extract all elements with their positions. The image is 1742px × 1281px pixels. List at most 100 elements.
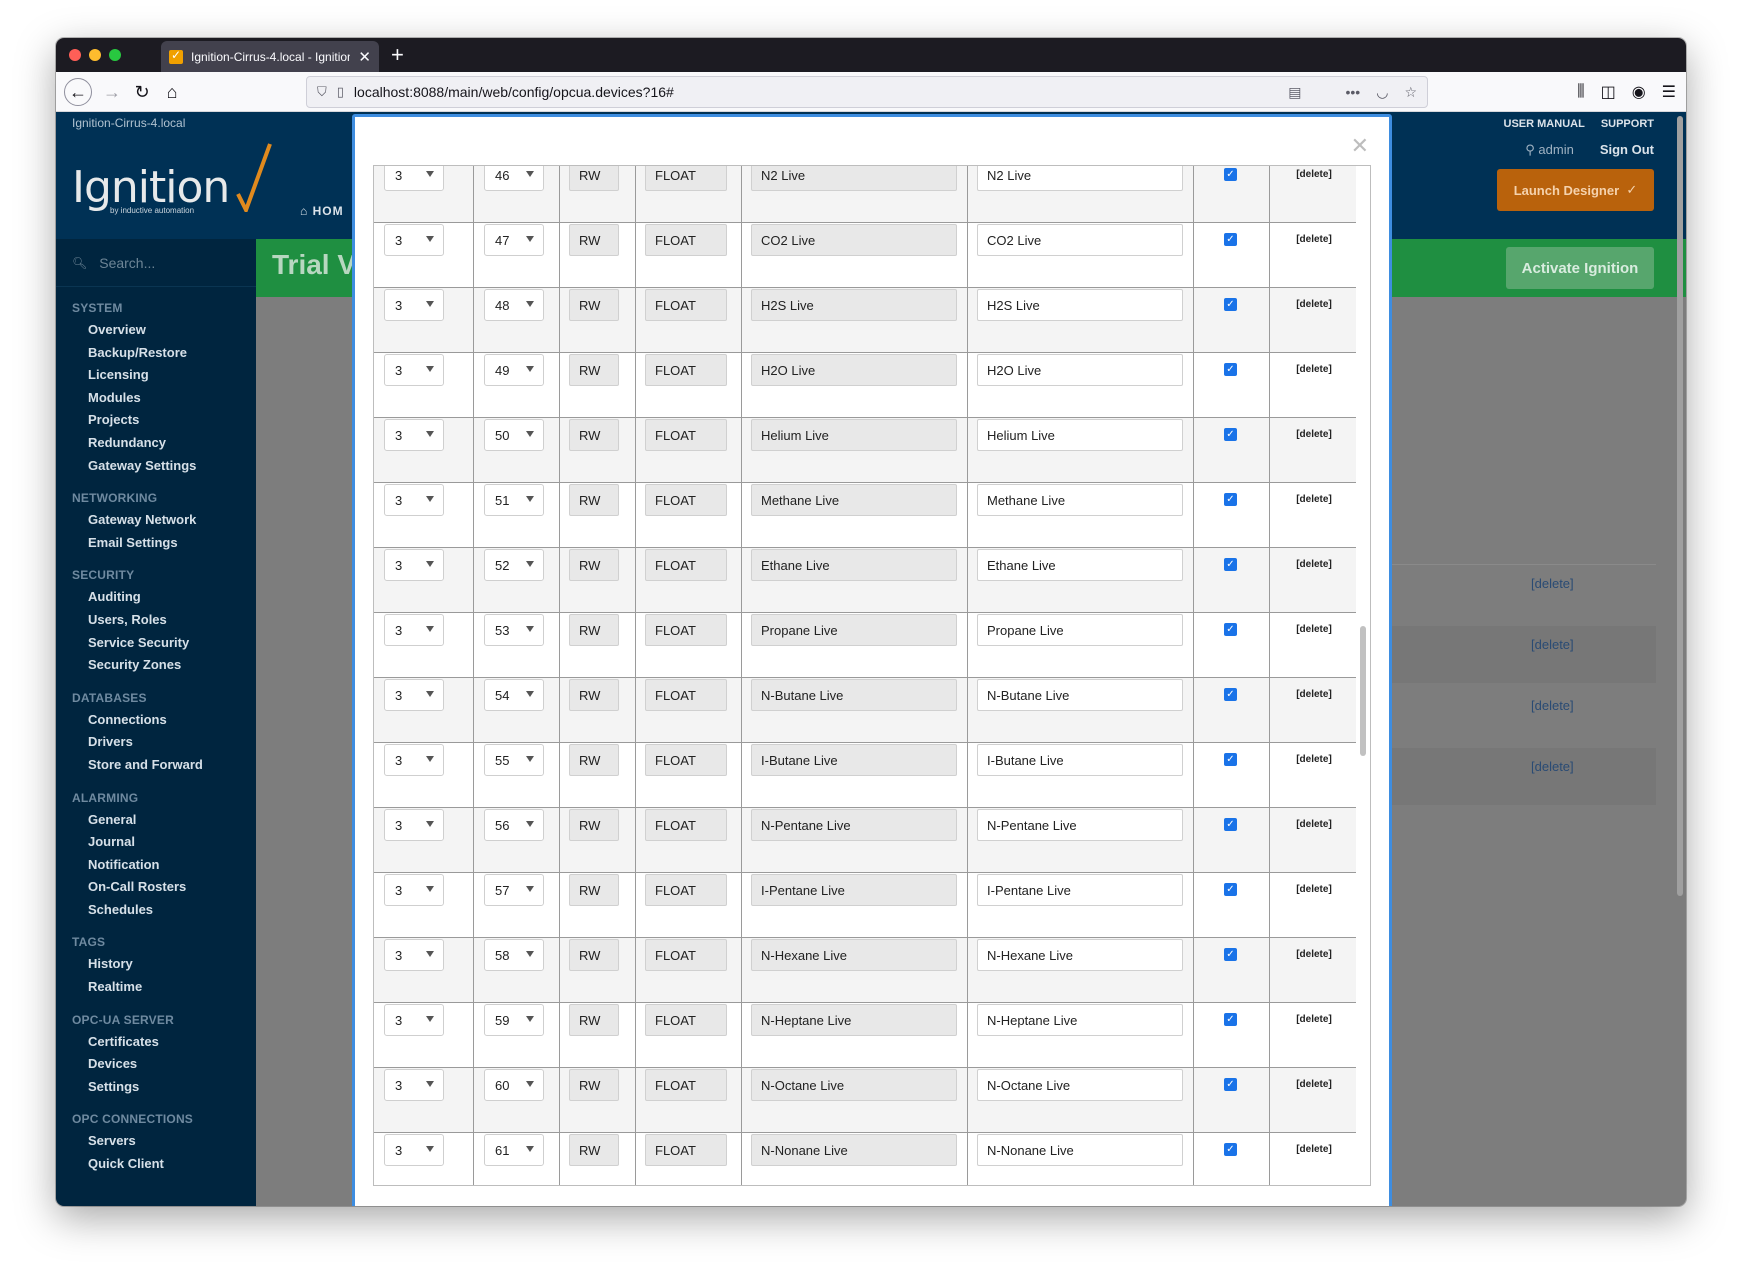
close-window-button[interactable] — [69, 49, 81, 61]
sidebar-icon[interactable]: ◫ — [1601, 82, 1616, 102]
pocket-icon[interactable]: ◡ — [1376, 84, 1388, 101]
enabled-checkbox[interactable]: ✓ — [1224, 883, 1237, 896]
sidebar-item[interactable]: Journal — [56, 831, 256, 854]
delete-link[interactable]: [delete] — [1531, 637, 1574, 652]
sidebar-item[interactable]: Devices — [56, 1053, 256, 1076]
sign-out-link[interactable]: Sign Out — [1600, 142, 1654, 158]
activate-ignition-button[interactable]: Activate Ignition — [1506, 247, 1654, 289]
sidebar-item[interactable]: Certificates — [56, 1031, 256, 1054]
delete-link[interactable]: [delete] — [1270, 169, 1358, 180]
enabled-checkbox[interactable]: ✓ — [1224, 428, 1237, 441]
enabled-checkbox[interactable]: ✓ — [1224, 753, 1237, 766]
register-select[interactable]: 60 — [484, 1069, 544, 1101]
delete-link[interactable]: [delete] — [1270, 1014, 1358, 1025]
delete-link[interactable]: [delete] — [1270, 819, 1358, 830]
sidebar-item[interactable]: Realtime — [56, 976, 256, 999]
sidebar-item[interactable]: Settings — [56, 1076, 256, 1099]
sidebar-item[interactable]: Schedules — [56, 899, 256, 922]
namespace-select[interactable]: 3 — [384, 419, 444, 451]
namespace-select[interactable]: 3 — [384, 1004, 444, 1036]
enabled-checkbox[interactable]: ✓ — [1224, 688, 1237, 701]
sidebar-item[interactable]: Auditing — [56, 586, 256, 609]
reload-icon[interactable]: ↻ — [128, 78, 156, 106]
sidebar-item[interactable]: Store and Forward — [56, 754, 256, 777]
register-select[interactable]: 49 — [484, 354, 544, 386]
description-input[interactable]: N-Hexane Live — [977, 939, 1183, 971]
namespace-select[interactable]: 3 — [384, 1069, 444, 1101]
back-arrow-icon[interactable]: ← — [64, 78, 92, 106]
sidebar-item[interactable]: General — [56, 809, 256, 832]
url-bar[interactable]: ⛉ ▯ localhost:8088/main/web/config/opcua… — [306, 76, 1428, 108]
description-input[interactable]: Methane Live — [977, 484, 1183, 516]
description-input[interactable]: N-Pentane Live — [977, 809, 1183, 841]
namespace-select[interactable]: 3 — [384, 874, 444, 906]
namespace-select[interactable]: 3 — [384, 809, 444, 841]
sidebar-item[interactable]: Drivers — [56, 731, 256, 754]
namespace-select[interactable]: 3 — [384, 484, 444, 516]
delete-link[interactable]: [delete] — [1270, 754, 1358, 765]
sidebar-item[interactable]: Gateway Settings — [56, 455, 256, 478]
sidebar-item[interactable]: History — [56, 953, 256, 976]
enabled-checkbox[interactable]: ✓ — [1224, 493, 1237, 506]
sidebar-item[interactable]: Users, Roles — [56, 609, 256, 632]
sidebar-item[interactable]: Connections — [56, 709, 256, 732]
namespace-select[interactable]: 3 — [384, 744, 444, 776]
register-select[interactable]: 51 — [484, 484, 544, 516]
sidebar-item[interactable]: Projects — [56, 409, 256, 432]
sidebar-item[interactable]: Security Zones — [56, 654, 256, 677]
delete-link[interactable]: [delete] — [1270, 559, 1358, 570]
register-select[interactable]: 47 — [484, 224, 544, 256]
forward-arrow-icon[interactable]: → — [98, 78, 126, 106]
enabled-checkbox[interactable]: ✓ — [1224, 1143, 1237, 1156]
sidebar-item[interactable]: Notification — [56, 854, 256, 877]
namespace-select[interactable]: 3 — [384, 289, 444, 321]
description-input[interactable]: CO2 Live — [977, 224, 1183, 256]
namespace-select[interactable]: 3 — [384, 354, 444, 386]
enabled-checkbox[interactable]: ✓ — [1224, 948, 1237, 961]
description-input[interactable]: I-Pentane Live — [977, 874, 1183, 906]
user-manual-link[interactable]: USER MANUAL — [1504, 118, 1585, 130]
sidebar-item[interactable]: Licensing — [56, 364, 256, 387]
shield-icon[interactable]: ⛉ — [317, 84, 327, 100]
reader-view-icon[interactable]: ▤ — [1288, 84, 1301, 101]
description-input[interactable]: N-Heptane Live — [977, 1004, 1183, 1036]
delete-link[interactable]: [delete] — [1270, 949, 1358, 960]
register-select[interactable]: 46 — [484, 166, 544, 191]
description-input[interactable]: Helium Live — [977, 419, 1183, 451]
description-input[interactable]: Propane Live — [977, 614, 1183, 646]
sidebar-item[interactable]: Overview — [56, 319, 256, 342]
new-tab-button[interactable]: + — [391, 42, 404, 68]
description-input[interactable]: N2 Live — [977, 166, 1183, 191]
namespace-select[interactable]: 3 — [384, 224, 444, 256]
description-input[interactable]: N-Butane Live — [977, 679, 1183, 711]
delete-link[interactable]: [delete] — [1270, 624, 1358, 635]
delete-link[interactable]: [delete] — [1270, 1079, 1358, 1090]
delete-link[interactable]: [delete] — [1270, 299, 1358, 310]
enabled-checkbox[interactable]: ✓ — [1224, 168, 1237, 181]
enabled-checkbox[interactable]: ✓ — [1224, 623, 1237, 636]
description-input[interactable]: H2O Live — [977, 354, 1183, 386]
delete-link[interactable]: [delete] — [1531, 698, 1574, 713]
minimize-window-button[interactable] — [89, 49, 101, 61]
enabled-checkbox[interactable]: ✓ — [1224, 233, 1237, 246]
register-select[interactable]: 54 — [484, 679, 544, 711]
account-icon[interactable]: ◉ — [1632, 82, 1646, 102]
sidebar-item[interactable]: Redundancy — [56, 432, 256, 455]
grid-scrollbar[interactable] — [1360, 626, 1366, 756]
register-select[interactable]: 61 — [484, 1134, 544, 1166]
delete-link[interactable]: [delete] — [1270, 429, 1358, 440]
more-actions-icon[interactable]: ••• — [1346, 84, 1361, 101]
enabled-checkbox[interactable]: ✓ — [1224, 1078, 1237, 1091]
namespace-select[interactable]: 3 — [384, 549, 444, 581]
sidebar-item[interactable]: Email Settings — [56, 532, 256, 555]
delete-link[interactable]: [delete] — [1270, 1144, 1358, 1155]
enabled-checkbox[interactable]: ✓ — [1224, 1013, 1237, 1026]
sidebar-item[interactable]: Quick Client — [56, 1153, 256, 1176]
sidebar-search[interactable]: 🔍︎ Search... — [56, 239, 256, 287]
close-tab-icon[interactable]: ✕ — [358, 48, 371, 66]
home-icon[interactable]: ⌂ — [158, 78, 186, 106]
delete-link[interactable]: [delete] — [1270, 494, 1358, 505]
delete-link[interactable]: [delete] — [1270, 234, 1358, 245]
delete-link[interactable]: [delete] — [1531, 759, 1574, 774]
sidebar-item[interactable]: On-Call Rosters — [56, 876, 256, 899]
